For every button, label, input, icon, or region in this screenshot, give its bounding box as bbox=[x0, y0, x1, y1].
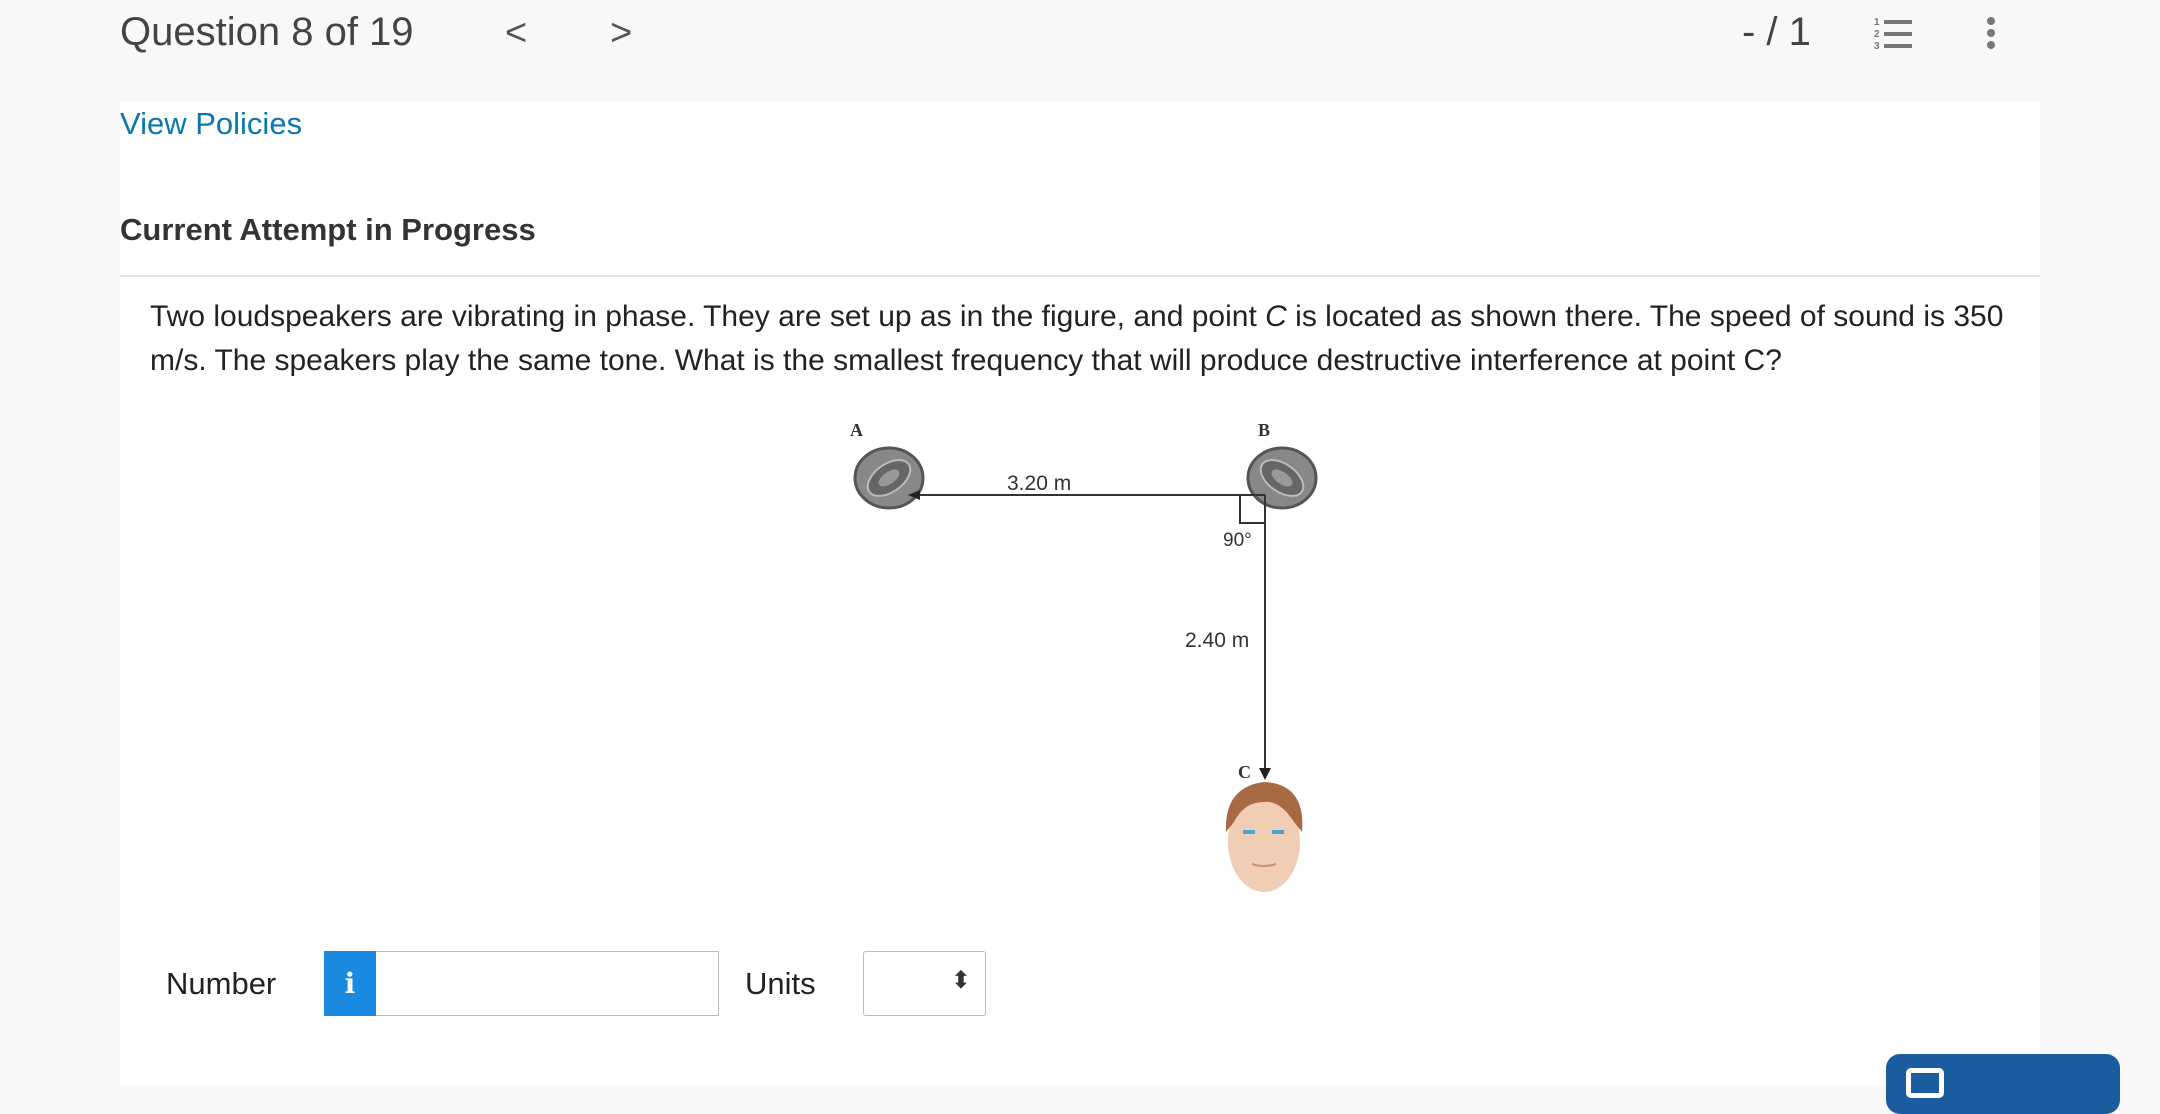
primary-action-button[interactable] bbox=[1886, 1054, 2120, 1114]
units-label: Units bbox=[745, 966, 816, 1001]
vertical-ellipsis-icon[interactable] bbox=[1980, 16, 2000, 52]
question-title: Question 8 of 19 bbox=[120, 10, 414, 54]
view-policies-link[interactable]: View Policies bbox=[120, 106, 302, 142]
score: - / 1 bbox=[1742, 10, 1811, 54]
svg-text:1: 1 bbox=[1874, 17, 1880, 28]
units-select[interactable]: ⬍ bbox=[863, 951, 986, 1016]
speaker-a-icon bbox=[853, 446, 925, 510]
question-header: Question 8 of 19 < > - / 1 1 2 3 bbox=[0, 0, 2160, 102]
svg-text:3: 3 bbox=[1874, 41, 1880, 52]
question-content: View Policies Current Attempt in Progres… bbox=[120, 102, 2040, 1086]
svg-text:2: 2 bbox=[1874, 29, 1880, 40]
chevron-right-icon[interactable]: > bbox=[610, 12, 632, 55]
number-label: Number bbox=[166, 966, 277, 1001]
speaker-figure: A B 3.20 m 90° 2.40 m C bbox=[850, 420, 1318, 892]
label-a: A bbox=[850, 420, 863, 440]
info-button[interactable]: i bbox=[324, 951, 376, 1016]
angle-label: 90° bbox=[1223, 530, 1252, 551]
numbered-list-icon[interactable]: 1 2 3 bbox=[1874, 16, 1916, 52]
number-input[interactable] bbox=[376, 951, 719, 1016]
divider bbox=[120, 275, 2040, 277]
button-icon bbox=[1906, 1068, 1944, 1098]
arrowhead bbox=[1259, 768, 1271, 780]
listener-face-icon bbox=[1225, 782, 1303, 892]
distance-bc-label: 2.40 m bbox=[1185, 629, 1249, 652]
speaker-b-icon bbox=[1246, 446, 1318, 510]
attempt-status: Current Attempt in Progress bbox=[120, 212, 536, 247]
question-text-part: Two loudspeakers are vibrating in phase.… bbox=[150, 300, 1266, 333]
question-text: Two loudspeakers are vibrating in phase.… bbox=[150, 295, 2030, 383]
distance-ab-label: 3.20 m bbox=[1007, 472, 1071, 495]
label-b: B bbox=[1258, 420, 1270, 440]
point-label: C bbox=[1265, 300, 1287, 333]
label-c: C bbox=[1238, 762, 1251, 782]
chevron-left-icon[interactable]: < bbox=[505, 12, 527, 55]
up-down-chevron-icon: ⬍ bbox=[950, 967, 971, 994]
